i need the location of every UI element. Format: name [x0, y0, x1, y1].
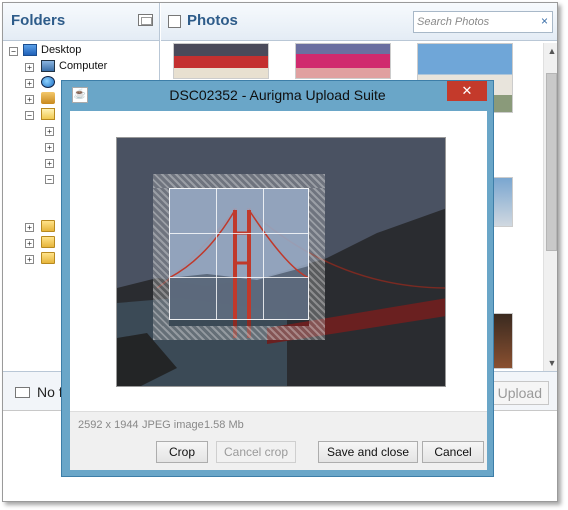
grid-line	[216, 189, 217, 319]
app-window: Folders − Desktop + Computer + + − + + +…	[2, 2, 558, 502]
dialog-titlebar[interactable]: ☕ DSC02352 - Aurigma Upload Suite ✕	[62, 81, 493, 109]
network-icon	[41, 76, 55, 88]
search-input[interactable]	[417, 14, 535, 30]
image-type: JPEG image	[142, 419, 204, 431]
search-box: ×	[413, 11, 553, 33]
crop-selection[interactable]	[153, 174, 325, 340]
tree-item-label: Desktop	[41, 44, 82, 56]
expand-icon[interactable]: +	[25, 223, 34, 232]
scroll-down-icon[interactable]: ▼	[544, 355, 557, 371]
expand-icon[interactable]: +	[45, 127, 54, 136]
photos-title: Photos	[187, 12, 238, 29]
crop-border-bottom[interactable]	[153, 326, 325, 340]
expand-icon[interactable]: +	[45, 143, 54, 152]
crop-button[interactable]: Crop	[156, 441, 208, 463]
collapse-icon[interactable]: −	[45, 175, 54, 184]
expand-icon[interactable]: +	[25, 95, 34, 104]
image-dimensions: 2592 x 1944	[78, 419, 139, 431]
user-icon	[41, 92, 55, 104]
upload-button[interactable]: Upload	[489, 381, 549, 405]
expand-icon[interactable]: +	[25, 63, 34, 72]
photos-scrollbar[interactable]: ▲ ▼	[543, 43, 557, 371]
collapse-pane-icon[interactable]	[138, 14, 153, 26]
upload-status-label: No f	[37, 384, 63, 400]
folder-icon	[41, 220, 55, 232]
scroll-up-icon[interactable]: ▲	[544, 43, 557, 59]
tree-item-desktop[interactable]: − Desktop	[3, 43, 159, 59]
image-info-bar: 2592 x 1944 JPEG image 1.58 Mb	[70, 411, 487, 439]
file-icon	[15, 387, 30, 398]
folder-icon	[41, 236, 55, 248]
crop-border-top[interactable]	[153, 174, 325, 188]
image-preview-area	[70, 111, 487, 411]
dialog-title: DSC02352 - Aurigma Upload Suite	[169, 87, 386, 103]
folders-header: Folders	[3, 3, 159, 41]
collapse-icon[interactable]: −	[25, 111, 34, 120]
photo-thumbnail[interactable]	[295, 43, 391, 79]
collapse-icon[interactable]: −	[9, 47, 18, 56]
image-editor-dialog: ☕ DSC02352 - Aurigma Upload Suite ✕ 2592…	[61, 80, 494, 477]
photo-thumbnail[interactable]	[173, 43, 269, 79]
expand-icon[interactable]: +	[45, 159, 54, 168]
image-size: 1.58 Mb	[204, 419, 244, 431]
desktop-icon	[23, 44, 37, 56]
cancel-crop-button[interactable]: Cancel crop	[216, 441, 296, 463]
close-button[interactable]: ✕	[447, 81, 487, 101]
scrollbar-thumb[interactable]	[546, 73, 557, 251]
clear-search-icon[interactable]: ×	[541, 14, 548, 28]
tree-item-label: Computer	[59, 60, 108, 72]
dialog-footer: Crop Cancel crop Save and close Cancel	[70, 437, 487, 470]
save-and-close-button[interactable]: Save and close	[318, 441, 418, 463]
grid-line	[170, 277, 308, 278]
cancel-button[interactable]: Cancel	[422, 441, 484, 463]
grid-line	[170, 233, 308, 234]
photo-preview[interactable]	[116, 137, 446, 387]
crop-border-right[interactable]	[309, 188, 325, 326]
folder-open-icon	[41, 108, 55, 120]
select-all-checkbox[interactable]	[168, 15, 181, 28]
crop-border-left[interactable]	[153, 188, 169, 326]
crop-grid[interactable]	[169, 188, 309, 320]
tree-item-computer[interactable]: + Computer	[3, 59, 159, 75]
folder-icon	[41, 252, 55, 264]
computer-icon	[41, 60, 55, 72]
grid-line	[263, 189, 264, 319]
folders-title: Folders	[11, 12, 66, 29]
expand-icon[interactable]: +	[25, 79, 34, 88]
expand-icon[interactable]: +	[25, 255, 34, 264]
photos-header: Photos ×	[161, 3, 557, 41]
expand-icon[interactable]: +	[25, 239, 34, 248]
